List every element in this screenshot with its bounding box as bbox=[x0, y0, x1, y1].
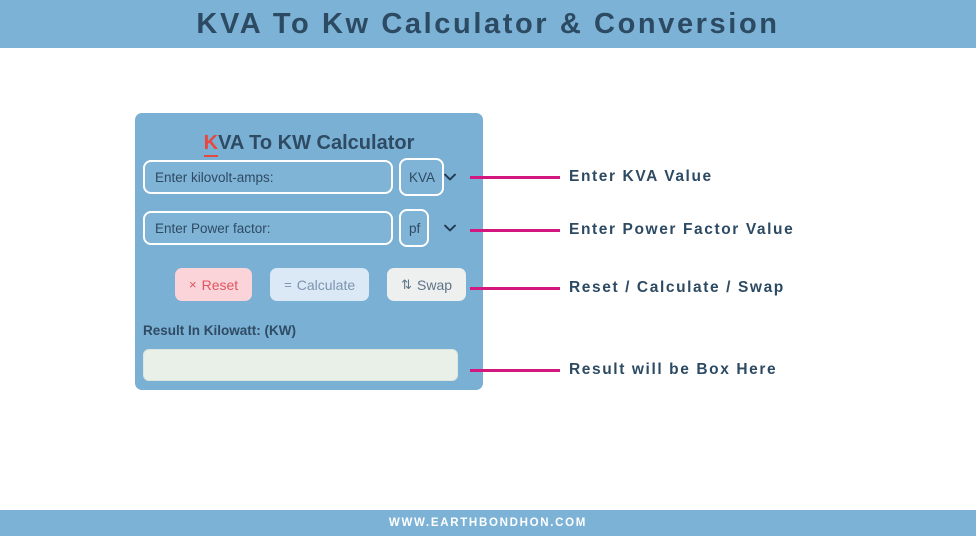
pf-unit-select[interactable]: pf bbox=[399, 209, 429, 247]
annotation-connector-line bbox=[470, 286, 560, 290]
annotation-power-factor-value: Enter Power Factor Value bbox=[470, 221, 794, 239]
annotation-connector-line bbox=[470, 228, 560, 232]
kva-unit-select[interactable]: KVA bbox=[399, 158, 444, 196]
result-label: Result In Kilowatt: (KW) bbox=[143, 323, 296, 338]
annotation-buttons: Reset / Calculate / Swap bbox=[470, 279, 785, 297]
annotation-result-box: Result will be Box Here bbox=[470, 361, 777, 379]
kva-unit-select-wrap: KVA bbox=[399, 158, 465, 196]
page-title: KVA To Kw Calculator & Conversion bbox=[196, 7, 780, 40]
calculate-button[interactable]: = Calculate bbox=[270, 268, 370, 301]
equals-icon: = bbox=[284, 277, 292, 292]
annotation-kva-value: Enter KVA Value bbox=[470, 168, 713, 186]
swap-arrows-icon: ⇅ bbox=[401, 276, 413, 292]
result-output-box[interactable] bbox=[143, 349, 458, 381]
card-title-rest: VA To KW Calculator bbox=[218, 132, 415, 154]
card-title: KVA To KW Calculator bbox=[135, 132, 483, 157]
annotation-connector-line bbox=[470, 368, 560, 372]
close-icon: × bbox=[189, 277, 197, 292]
annotation-label: Reset / Calculate / Swap bbox=[569, 279, 785, 296]
power-factor-input[interactable] bbox=[143, 211, 393, 245]
chevron-down-icon bbox=[444, 224, 456, 232]
field-row-power-factor: pf bbox=[143, 209, 475, 247]
footer-website-text: WWW.EARTHBONDHON.COM bbox=[388, 517, 588, 529]
action-button-row: × Reset = Calculate ⇅ Swap bbox=[175, 268, 467, 301]
annotation-label: Enter Power Factor Value bbox=[569, 221, 795, 238]
annotation-label: Result will be Box Here bbox=[569, 361, 778, 378]
header-bar: KVA To Kw Calculator & Conversion bbox=[0, 0, 976, 48]
pf-unit-select-wrap: pf bbox=[399, 209, 465, 247]
kilovolt-amps-input[interactable] bbox=[143, 160, 393, 194]
footer-bar: WWW.EARTHBONDHON.COM bbox=[0, 510, 976, 536]
annotation-connector-line bbox=[470, 175, 560, 179]
card-title-accent-letter: K bbox=[203, 132, 219, 157]
chevron-down-icon bbox=[444, 173, 456, 181]
reset-button-label: Reset bbox=[201, 276, 239, 293]
page-root: KVA To Kw Calculator & Conversion KVA To… bbox=[0, 0, 976, 536]
swap-button-label: Swap bbox=[417, 276, 453, 293]
calculate-button-label: Calculate bbox=[296, 276, 356, 293]
kva-to-kw-calculator-card: KVA To KW Calculator KVA pf bbox=[135, 113, 483, 390]
annotation-label: Enter KVA Value bbox=[569, 168, 713, 185]
reset-button[interactable]: × Reset bbox=[175, 268, 253, 301]
swap-button[interactable]: ⇅ Swap bbox=[387, 268, 467, 301]
field-row-kilovolt-amps: KVA bbox=[143, 158, 475, 196]
